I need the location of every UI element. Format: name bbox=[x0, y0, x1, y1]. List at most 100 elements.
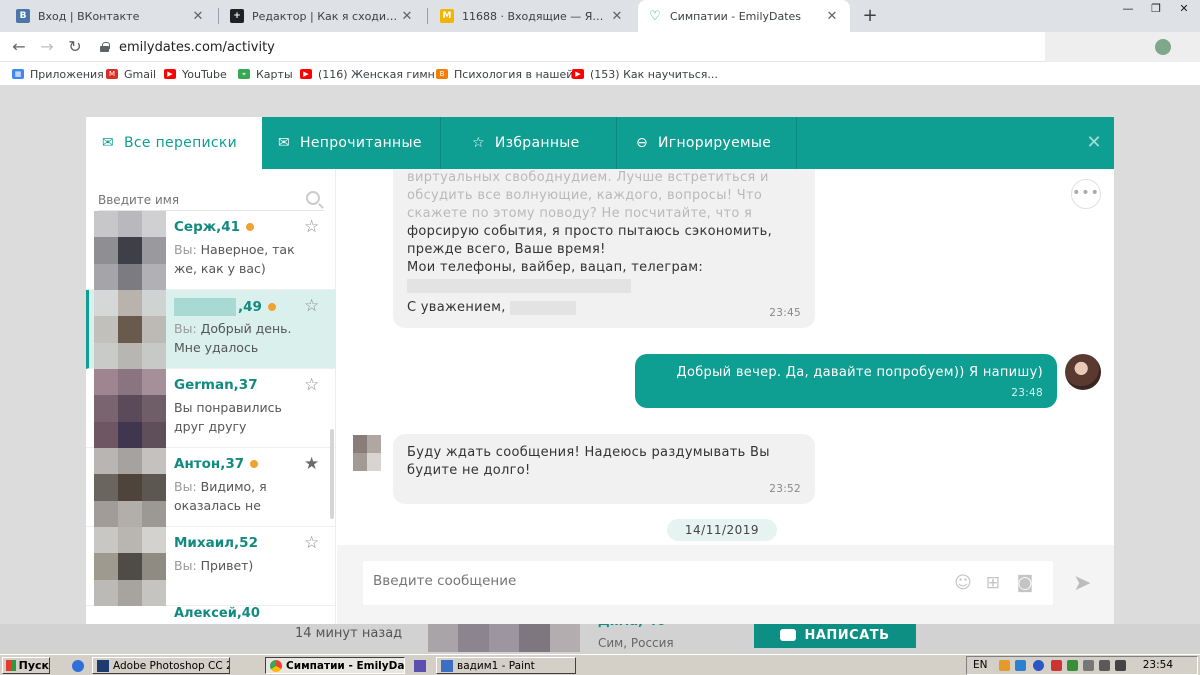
browser-tab-emilydates[interactable]: ♡ Симпатии - EmilyDates ✕ bbox=[638, 0, 850, 32]
tab-title: Редактор | Как я сходила на перв bbox=[252, 9, 399, 23]
close-window-icon[interactable]: ✕ bbox=[1170, 0, 1198, 20]
bookmarks-bar: ▦ Приложения M Gmail ▶ YouTube ⌖ Карты ▶… bbox=[0, 62, 1200, 86]
tab-ignored[interactable]: ⊖ Игнорируемые bbox=[620, 117, 796, 169]
system-clock: 23:54 bbox=[1142, 659, 1173, 671]
profile-avatar-icon[interactable] bbox=[1155, 39, 1171, 55]
bookmark-apps[interactable]: ▦ Приложения bbox=[12, 66, 104, 82]
send-icon[interactable]: ➤ bbox=[1073, 572, 1097, 596]
camera-icon[interactable]: ◙ bbox=[1015, 573, 1035, 593]
favorite-star-icon[interactable]: ☆ bbox=[304, 217, 319, 237]
bookmark-youtube-3[interactable]: ▶ (153) Как научиться... bbox=[572, 66, 718, 82]
bookmark-youtube[interactable]: ▶ YouTube bbox=[164, 66, 227, 82]
browser-tab-vk[interactable]: В Вход | ВКонтакте ✕ bbox=[6, 0, 216, 32]
windows-taskbar: Пуск Adobe Photoshop CC 2015 Симпатии - … bbox=[0, 654, 1200, 675]
browser-tab-mail[interactable]: M 11688 · Входящие — Яндекс.Почта ✕ bbox=[430, 0, 635, 32]
message-input[interactable] bbox=[373, 573, 933, 589]
restore-window-icon[interactable]: ❐ bbox=[1142, 0, 1170, 20]
date-divider: 14/11/2019 bbox=[667, 519, 777, 541]
more-options-icon[interactable]: ••• bbox=[1071, 179, 1101, 209]
favorite-star-icon[interactable]: ☆ bbox=[304, 375, 319, 395]
close-modal-icon[interactable]: ✕ bbox=[1082, 131, 1106, 155]
tray-icon[interactable] bbox=[1015, 660, 1026, 671]
bookmark-gmail[interactable]: M Gmail bbox=[106, 66, 156, 82]
envelope-icon: ✉ bbox=[278, 135, 291, 151]
url-field[interactable]: emilydates.com/activity bbox=[100, 37, 275, 57]
save-quicklaunch[interactable] bbox=[410, 657, 430, 674]
blurred-name bbox=[174, 298, 236, 316]
favorite-star-filled-icon[interactable]: ★ bbox=[304, 454, 319, 474]
blurred-contacts bbox=[407, 277, 801, 295]
contact-item-active[interactable]: ,49 Вы: Добрый день. Мне удалось ☆ bbox=[86, 290, 336, 369]
volume-icon[interactable] bbox=[1083, 660, 1094, 671]
favorite-star-icon[interactable]: ☆ bbox=[304, 533, 319, 553]
contact-name-partial[interactable]: Алексей,40 bbox=[174, 606, 260, 621]
mail-icon: M bbox=[440, 9, 454, 23]
browser-tab-bar: В Вход | ВКонтакте ✕ + Редактор | Как я … bbox=[0, 0, 1200, 32]
back-arrow-icon[interactable]: ← bbox=[8, 37, 30, 57]
blogger-icon: B bbox=[436, 69, 448, 79]
taskbar-chrome[interactable]: Симпатии - EmilyDate... bbox=[265, 657, 405, 674]
forward-arrow-icon[interactable]: → bbox=[36, 37, 58, 57]
bluetooth-icon[interactable] bbox=[1033, 660, 1044, 671]
floppy-icon bbox=[414, 659, 426, 672]
close-tab-icon[interactable]: ✕ bbox=[190, 9, 206, 24]
last-seen-text: 14 минут назад bbox=[295, 626, 403, 641]
browser-tab-editor[interactable]: + Редактор | Как я сходила на перв ✕ bbox=[220, 0, 425, 32]
contact-preview: Вы: Наверное, так же, как у вас) bbox=[174, 242, 295, 276]
tray-icon[interactable] bbox=[999, 660, 1010, 671]
extensions-area bbox=[1045, 32, 1200, 62]
message-input-box: ☺ ⊞ ◙ bbox=[363, 561, 1053, 605]
contact-preview: Вы: Добрый день. Мне удалось bbox=[174, 321, 292, 355]
close-tab-icon[interactable]: ✕ bbox=[609, 9, 625, 24]
bookmark-maps[interactable]: ⌖ Карты bbox=[238, 66, 293, 82]
contacts-scrollbar[interactable] bbox=[330, 429, 334, 519]
incoming-message: Буду ждать сообщения! Надеюсь раздумыват… bbox=[393, 434, 815, 504]
contact-name: ,49 bbox=[174, 298, 276, 316]
contact-preview: Вы: Видимо, я оказалась не bbox=[174, 479, 267, 513]
contact-name: German,37 bbox=[174, 377, 258, 393]
contact-item[interactable]: Михаил,52 Вы: Привет) ☆ bbox=[86, 527, 336, 606]
reload-icon[interactable]: ↻ bbox=[64, 37, 86, 57]
message-composer: ☺ ⊞ ◙ ➤ bbox=[337, 545, 1114, 624]
bookmark-youtube-2[interactable]: ▶ (116) Женская гимн... bbox=[300, 66, 445, 82]
contacts-sidebar: Серж,41 Вы: Наверное, так же, как у вас)… bbox=[86, 169, 336, 624]
system-tray: EN 23:54 bbox=[966, 656, 1198, 675]
close-tab-icon[interactable]: ✕ bbox=[399, 9, 415, 24]
write-message-button[interactable]: НАПИСАТЬ bbox=[754, 622, 916, 648]
taskbar-paint[interactable]: вадим1 - Paint bbox=[436, 657, 576, 674]
ie-quicklaunch[interactable] bbox=[68, 657, 88, 674]
photoshop-icon bbox=[97, 659, 109, 672]
emoji-icon[interactable]: ☺ bbox=[953, 573, 973, 593]
favorite-star-icon[interactable]: ☆ bbox=[304, 296, 319, 316]
tab-all-chats[interactable]: ✉ Все переписки bbox=[86, 117, 262, 169]
search-icon[interactable] bbox=[306, 191, 320, 205]
windows-flag-icon bbox=[6, 660, 16, 671]
tray-icon[interactable] bbox=[1051, 660, 1062, 671]
contact-item[interactable]: Серж,41 Вы: Наверное, так же, как у вас)… bbox=[86, 211, 336, 290]
tray-icon[interactable] bbox=[1115, 660, 1126, 671]
message-time: 23:48 bbox=[1011, 387, 1043, 399]
language-indicator[interactable]: EN bbox=[973, 659, 988, 671]
network-icon[interactable] bbox=[1067, 660, 1078, 671]
minimize-window-icon[interactable]: — bbox=[1114, 0, 1142, 20]
taskbar-photoshop[interactable]: Adobe Photoshop CC 2015 bbox=[92, 657, 230, 674]
start-button[interactable]: Пуск bbox=[2, 657, 50, 674]
contact-item[interactable]: German,37 Вы понравились друг другу ☆ bbox=[86, 369, 336, 448]
contact-name: Михаил,52 bbox=[174, 535, 258, 551]
tab-unread[interactable]: ✉ Непрочитанные bbox=[262, 117, 440, 169]
contact-avatar bbox=[94, 527, 166, 606]
close-tab-icon[interactable]: ✕ bbox=[824, 9, 840, 24]
new-tab-button[interactable]: + bbox=[858, 4, 882, 28]
minus-circle-icon: ⊖ bbox=[636, 135, 649, 151]
youtube-icon: ▶ bbox=[300, 69, 312, 79]
contact-item[interactable]: Антон,37 Вы: Видимо, я оказалась не ★ bbox=[86, 448, 336, 527]
contact-search-input[interactable] bbox=[98, 193, 298, 207]
message-time: 23:52 bbox=[769, 483, 801, 495]
bookmark-blogger[interactable]: B Психология в нашей... bbox=[436, 66, 584, 82]
tab-favorites[interactable]: ☆ Избранные bbox=[456, 117, 616, 169]
tray-icon[interactable] bbox=[1099, 660, 1110, 671]
chrome-icon bbox=[270, 659, 282, 672]
message-text: Добрый вечер. Да, давайте попробуем)) Я … bbox=[676, 365, 1043, 380]
gift-icon[interactable]: ⊞ bbox=[983, 573, 1003, 593]
envelope-icon: ✉ bbox=[102, 135, 115, 151]
